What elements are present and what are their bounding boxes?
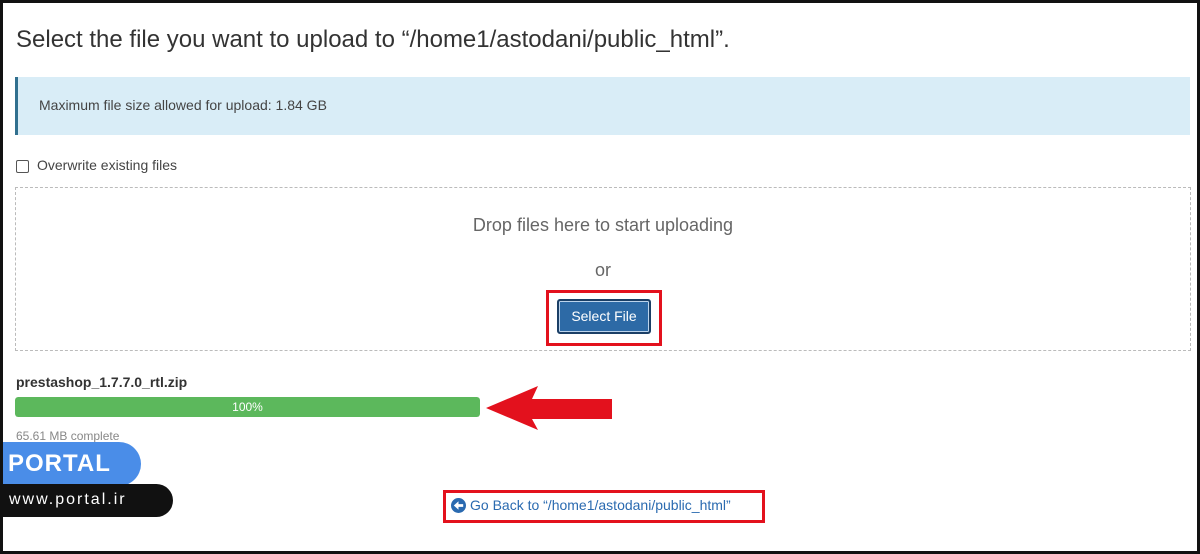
or-separator: or bbox=[594, 260, 611, 280]
overwrite-checkbox[interactable] bbox=[16, 159, 29, 173]
upload-progress-label: 100% bbox=[232, 400, 263, 414]
red-arrow-left-icon bbox=[486, 386, 612, 430]
portal-site-badge: www.portal.ir bbox=[0, 484, 173, 517]
arrow-circle-left-icon bbox=[451, 497, 466, 513]
upload-complete-text: 65.61 MB complete bbox=[16, 429, 120, 443]
upload-progress-bar: 100% bbox=[15, 397, 480, 417]
go-back-link[interactable]: Go Back to “/home1/astodani/public_html” bbox=[451, 497, 731, 513]
uploaded-file-name: prestashop_1.7.7.0_rtl.zip bbox=[16, 374, 188, 390]
drop-files-text: Drop files here to start uploading bbox=[472, 215, 734, 235]
go-back-label[interactable]: Go Back to “/home1/astodani/public_html” bbox=[470, 497, 731, 513]
select-file-button[interactable]: Select File bbox=[557, 299, 651, 334]
overwrite-label[interactable]: Overwrite existing files bbox=[37, 157, 177, 173]
portal-logo-text: PORTAL bbox=[8, 450, 111, 477]
overwrite-option[interactable]: Overwrite existing files bbox=[16, 157, 177, 173]
portal-logo-badge: PORTAL bbox=[0, 442, 141, 486]
portal-site-text: www.portal.ir bbox=[9, 491, 127, 508]
upload-limit-alert: Maximum file size allowed for upload: 1.… bbox=[15, 77, 1190, 135]
max-file-size-text: Maximum file size allowed for upload: 1.… bbox=[39, 97, 327, 113]
page-title: Select the file you want to upload to “/… bbox=[16, 26, 730, 53]
